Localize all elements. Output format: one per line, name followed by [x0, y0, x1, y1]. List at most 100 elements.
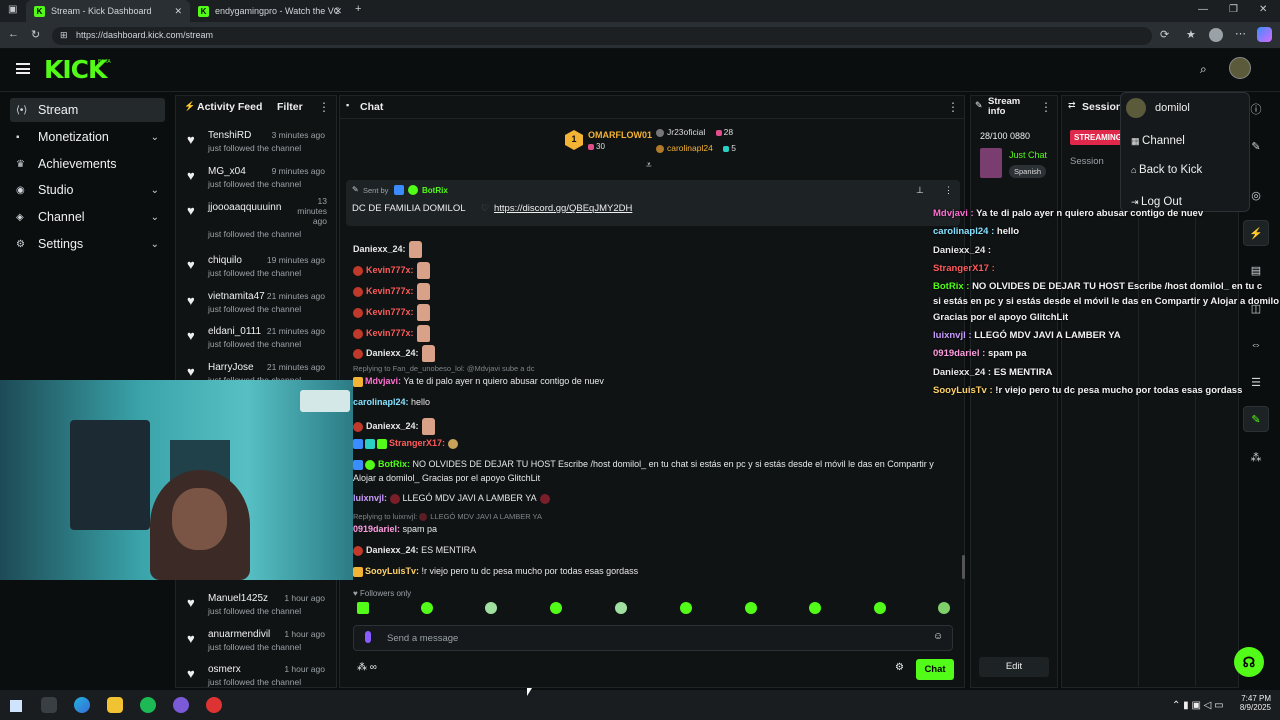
emote-icon[interactable]: [550, 602, 562, 614]
more-options-icon[interactable]: ⋮: [947, 100, 959, 114]
follower-name[interactable]: HarryJose: [208, 362, 254, 373]
chat-username[interactable]: Kevin777x:: [366, 286, 414, 296]
chat-username[interactable]: Kevin777x:: [366, 265, 414, 275]
follower-name[interactable]: jjoooaaqquuuinn: [208, 202, 281, 213]
sidebar-item-monetization[interactable]: ▪ Monetization ⌄: [10, 125, 165, 149]
filter-button[interactable]: Filter: [277, 101, 303, 113]
more-options-icon[interactable]: ⋮: [944, 185, 953, 196]
reply-context[interactable]: Replying to luixnvjl: LLEGÓ MDV JAVI A L…: [353, 512, 542, 522]
support-button[interactable]: ☊: [1234, 647, 1264, 677]
mic-icon[interactable]: [365, 631, 371, 643]
activity-item[interactable]: ♥ eldani_0111 21 minutes ago just followed …: [175, 324, 337, 360]
sidebar-item-settings[interactable]: ⚙ Settings ⌄: [10, 232, 165, 256]
menu-icon[interactable]: [16, 63, 30, 74]
collections-icon[interactable]: ★: [1186, 28, 1196, 41]
url-input[interactable]: ⊞ https://dashboard.kick.com/stream: [52, 27, 1152, 45]
follower-name[interactable]: chiquilo: [208, 255, 242, 266]
wrench-icon[interactable]: ✎: [1243, 406, 1269, 432]
expand-icon[interactable]: ⩡: [646, 160, 652, 171]
chat-scrollbar[interactable]: [962, 555, 965, 579]
chat-username[interactable]: Daniexx_24:: [366, 421, 419, 431]
follower-name[interactable]: MG_x04: [208, 166, 246, 177]
sidebar-item-achievements[interactable]: ♛ Achievements: [10, 152, 165, 176]
emote-icon[interactable]: [938, 602, 950, 614]
pin-toggle-icon[interactable]: ⊥: [916, 185, 924, 196]
lightning-icon[interactable]: ⚡: [1243, 220, 1269, 246]
follower-name[interactable]: anuarmendivil: [208, 629, 270, 640]
leaderboard-name[interactable]: Jr23oficial: [667, 127, 705, 137]
profile-icon[interactable]: [1209, 28, 1223, 42]
close-tab-icon[interactable]: ✕: [174, 6, 182, 17]
edge-icon[interactable]: [74, 697, 90, 713]
pinned-link[interactable]: https://discord.gg/QBEqJMY2DH: [494, 203, 632, 214]
activity-item[interactable]: ♥ TenshiRD 3 minutes ago just followed the …: [175, 128, 337, 164]
chat-username[interactable]: Kevin777x:: [366, 307, 414, 317]
start-icon[interactable]: [10, 700, 22, 712]
tab-actions-icon[interactable]: ▣: [8, 4, 17, 15]
search-icon[interactable]: ⌕: [1200, 62, 1207, 77]
activity-item[interactable]: ♥ Manuel1425z 1 hour ago just followed the …: [175, 591, 337, 627]
close-tab-icon[interactable]: ✕: [334, 6, 342, 17]
emote-icon[interactable]: [809, 602, 821, 614]
menu-item-log-out[interactable]: ⇥ Log Out: [1131, 196, 1182, 208]
chat-settings-icon[interactable]: ⚙: [895, 662, 904, 673]
copilot-icon[interactable]: [1257, 27, 1272, 42]
connections-icon[interactable]: ⁂: [1243, 444, 1269, 470]
maximize-icon[interactable]: ❐: [1229, 4, 1238, 15]
more-options-icon[interactable]: ⋮: [318, 100, 330, 114]
list-icon[interactable]: ☰: [1243, 369, 1269, 395]
emote-icon[interactable]: [874, 602, 886, 614]
spotify-icon[interactable]: [140, 697, 156, 713]
chat-username[interactable]: Daniexx_24:: [366, 545, 419, 555]
user-avatar[interactable]: [1229, 57, 1251, 79]
clipboard-icon[interactable]: ▤: [1243, 257, 1269, 283]
edit-stream-button[interactable]: Edit: [979, 657, 1049, 677]
sidebar-item-channel[interactable]: ◈ Channel ⌄: [10, 205, 165, 229]
terminal-icon[interactable]: [41, 697, 57, 713]
activity-item[interactable]: ♥ anuarmendivil 1 hour ago just followed th…: [175, 627, 337, 663]
chat-input[interactable]: Send a message ☺: [353, 625, 953, 651]
send-chat-button[interactable]: Chat: [916, 659, 954, 680]
site-info-icon[interactable]: ⊞: [60, 30, 68, 41]
chat-username[interactable]: carolinapl24:: [353, 397, 409, 407]
chat-username[interactable]: BotRix:: [378, 459, 410, 469]
emote-icon[interactable]: [357, 602, 369, 614]
sidebar-item-studio[interactable]: ◉ Studio ⌄: [10, 178, 165, 202]
follower-name[interactable]: osmerx: [208, 664, 241, 675]
chat-username[interactable]: luixnvjl:: [353, 493, 387, 503]
emote-icon[interactable]: [745, 602, 757, 614]
more-options-icon[interactable]: ⋮: [1040, 100, 1052, 114]
chat-username[interactable]: StrangerX17:: [389, 438, 445, 448]
sidebar-item-stream[interactable]: ⟨•⟩ Stream: [10, 98, 165, 122]
emote-icon[interactable]: [615, 602, 627, 614]
category-name[interactable]: Just Chat: [1009, 150, 1047, 160]
back-icon[interactable]: ←: [8, 28, 19, 40]
leaderboard-name[interactable]: carolinapl24: [667, 143, 713, 153]
activity-item[interactable]: ♥ vietnamita47 21 minutes ago just followed…: [175, 289, 337, 325]
follower-name[interactable]: vietnamita47: [208, 291, 265, 302]
follower-name[interactable]: TenshiRD: [208, 130, 251, 141]
new-tab-icon[interactable]: +: [355, 3, 361, 15]
app-icon[interactable]: [206, 697, 222, 713]
follower-name[interactable]: eldani_0111: [208, 326, 261, 337]
chat-username[interactable]: SooyLuisTv:: [365, 566, 419, 576]
menu-item-back-to-kick[interactable]: ⌂ Back to Kick: [1131, 164, 1202, 176]
emoji-icon[interactable]: ☺: [933, 631, 943, 642]
emote-icon[interactable]: [485, 602, 497, 614]
tab-vod[interactable]: K endygamingpro - Watch the VOD ✕: [190, 0, 350, 22]
extensions-icon[interactable]: ⟳: [1160, 28, 1169, 41]
tab-stream-dashboard[interactable]: K Stream - Kick Dashboard ✕: [26, 0, 190, 22]
clock[interactable]: 7:47 PM 8/9/2025: [1235, 694, 1271, 712]
file-explorer-icon[interactable]: [107, 697, 123, 713]
menu-item-channel[interactable]: ▦ Channel: [1131, 135, 1185, 147]
chat-username[interactable]: Mdvjavi:: [365, 376, 401, 386]
tray-icons[interactable]: ⌃ ▮ ▣ ◁ ▭: [1172, 700, 1224, 711]
activity-item[interactable]: ♥ chiquilo 19 minutes ago just followed the…: [175, 253, 337, 289]
activity-item[interactable]: ♥ jjoooaaqquuuinn 13 minutes ago just follo…: [175, 196, 337, 239]
activity-item[interactable]: ♥ MG_x04 9 minutes ago just followed the ch…: [175, 164, 337, 200]
more-icon[interactable]: ⋯: [1235, 27, 1246, 40]
close-window-icon[interactable]: ✕: [1259, 4, 1267, 15]
chat-username[interactable]: Kevin777x:: [366, 328, 414, 338]
refresh-icon[interactable]: ↻: [31, 28, 40, 41]
emote-icon[interactable]: [680, 602, 692, 614]
